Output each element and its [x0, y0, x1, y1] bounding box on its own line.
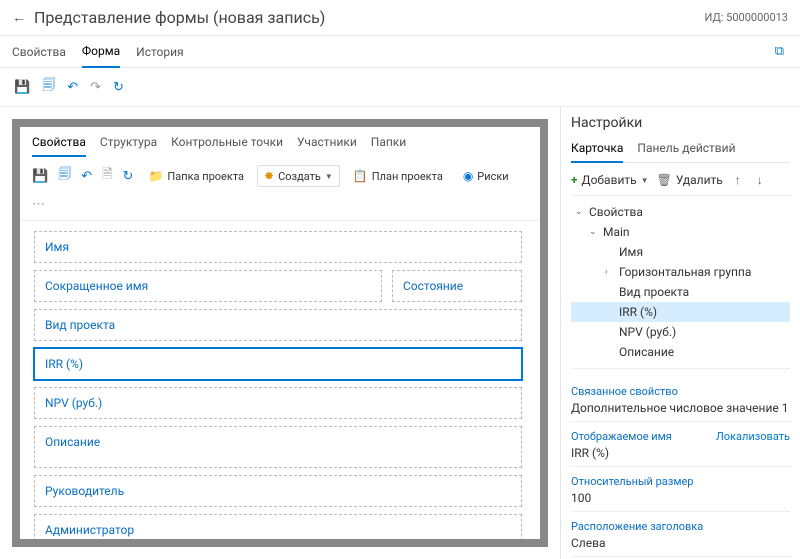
delete-label: Удалить — [676, 173, 723, 187]
title-position-value[interactable]: Слева — [571, 533, 790, 557]
delete-button[interactable]: 🗑 Удалить — [657, 173, 723, 187]
inner-save-as-icon[interactable]: 🗐 — [56, 163, 73, 189]
tree-root[interactable]: ⌄Свойства — [571, 202, 790, 222]
inner-undo-icon[interactable]: ↶ — [79, 167, 94, 186]
back-icon[interactable]: ← — [12, 9, 26, 26]
form-preview: Свойства Структура Контрольные точки Уча… — [0, 107, 560, 559]
field-project-type[interactable]: Вид проекта — [34, 309, 522, 341]
settings-title: Настройки — [571, 115, 790, 131]
redo-icon[interactable]: ↷ — [88, 78, 103, 97]
move-up-icon[interactable]: ↑ — [731, 173, 745, 187]
settings-tab-action-panel[interactable]: Панель действий — [637, 137, 735, 162]
plus-icon: + — [571, 173, 578, 187]
project-folder-label: Папка проекта — [167, 170, 244, 183]
inner-tab-folders[interactable]: Папки — [371, 135, 406, 157]
tab-history[interactable]: История — [136, 37, 183, 67]
create-icon: ✸ — [264, 169, 274, 183]
field-admin[interactable]: Администратор — [34, 514, 522, 546]
risk-icon: ◉ — [463, 169, 473, 183]
tree-description[interactable]: Описание — [571, 342, 790, 362]
tree-npv[interactable]: NPV (руб.) — [571, 322, 790, 342]
expand-icon: ⌄ — [575, 207, 585, 217]
more-icon[interactable]: ⋯ — [30, 195, 47, 214]
header: ← Представление формы (новая запись) ИД:… — [0, 0, 800, 36]
inner-refresh-icon[interactable]: ↻ — [121, 167, 136, 186]
field-irr[interactable]: IRR (%) — [34, 348, 522, 380]
trash-icon: 🗑 — [657, 173, 672, 187]
inner-save-icon[interactable]: 💾 — [30, 167, 50, 186]
folder-icon: 📁 — [148, 169, 163, 183]
inner-tab-properties[interactable]: Свойства — [32, 135, 86, 157]
chevron-down-icon: ▼ — [325, 172, 333, 181]
record-id: ИД: 5000000013 — [705, 11, 788, 24]
localize-link[interactable]: Локализовать — [716, 430, 790, 443]
field-description[interactable]: Описание — [34, 426, 522, 468]
settings-panel: Настройки Карточка Панель действий + Доб… — [560, 107, 800, 559]
field-npv[interactable]: NPV (руб.) — [34, 387, 522, 419]
linked-property-label: Связанное свойство — [571, 385, 790, 398]
inner-tab-checkpoints[interactable]: Контрольные точки — [171, 135, 283, 157]
inner-toolbar: 💾 🗐 ↶ 🗎 ↻ 📁 Папка проекта ✸ Создать ▼ 📋 … — [20, 157, 540, 221]
main-toolbar: 💾 🗐 ↶ ↷ ↻ — [0, 68, 800, 107]
display-name-value[interactable]: IRR (%) — [571, 443, 790, 467]
risks-label: Риски — [477, 170, 508, 183]
collapse-icon: › — [605, 267, 615, 277]
property-editor: Связанное свойство Дополнительное числов… — [571, 369, 790, 557]
settings-tabs: Карточка Панель действий — [571, 137, 790, 163]
expand-icon: ⌄ — [589, 227, 599, 237]
inner-tabs: Свойства Структура Контрольные точки Уча… — [20, 127, 540, 157]
inner-tab-participants[interactable]: Участники — [297, 135, 357, 157]
save-icon[interactable]: 💾 — [12, 78, 32, 97]
settings-toolbar: + Добавить ▼ 🗑 Удалить ↑ ↓ — [571, 169, 790, 196]
tab-properties[interactable]: Свойства — [12, 37, 66, 67]
preview-frame: Свойства Структура Контрольные точки Уча… — [12, 119, 548, 547]
add-label: Добавить — [582, 173, 637, 187]
field-manager[interactable]: Руководитель — [34, 475, 522, 507]
field-state[interactable]: Состояние — [392, 270, 522, 302]
display-name-label: Отображаемое имя Локализовать — [571, 430, 790, 443]
plan-icon: 📋 — [353, 169, 368, 183]
relative-size-label: Относительный размер — [571, 475, 790, 488]
field-name[interactable]: Имя — [34, 231, 522, 263]
undo-icon[interactable]: ↶ — [65, 78, 80, 97]
tree-project-type[interactable]: Вид проекта — [571, 282, 790, 302]
create-label: Создать — [278, 170, 321, 183]
save-as-icon[interactable]: 🗐 — [40, 74, 57, 100]
move-down-icon[interactable]: ↓ — [753, 173, 767, 187]
project-plan-button[interactable]: 📋 План проекта — [346, 165, 450, 187]
tree-main[interactable]: ⌄Main — [571, 222, 790, 242]
tab-form[interactable]: Форма — [82, 36, 120, 68]
linked-property-value[interactable]: Дополнительное числовое значение 1 — [571, 398, 790, 422]
title-position-label: Расположение заголовка — [571, 520, 790, 533]
main-area: Свойства Структура Контрольные точки Уча… — [0, 107, 800, 559]
inner-copy-icon[interactable]: 🗎 — [100, 163, 114, 189]
refresh-icon[interactable]: ↻ — [111, 78, 126, 97]
field-short-name[interactable]: Сокращенное имя — [34, 270, 382, 302]
settings-tab-card[interactable]: Карточка — [571, 137, 623, 163]
tree-hgroup[interactable]: ›Горизонтальная группа — [571, 262, 790, 282]
page-title: Представление формы (новая запись) — [34, 8, 325, 27]
risks-button[interactable]: ◉ Риски — [456, 165, 516, 187]
inner-tab-structure[interactable]: Структура — [100, 135, 157, 157]
project-folder-button[interactable]: 📁 Папка проекта — [141, 165, 251, 187]
popout-icon[interactable]: ⧉ — [771, 40, 788, 63]
form-fields: Имя Сокращенное имя Состояние Вид проект… — [20, 221, 540, 547]
tree-irr[interactable]: IRR (%) — [571, 302, 790, 322]
relative-size-value[interactable]: 100 — [571, 488, 790, 512]
add-button[interactable]: + Добавить ▼ — [571, 173, 649, 187]
tree-name[interactable]: Имя — [571, 242, 790, 262]
create-button[interactable]: ✸ Создать ▼ — [257, 165, 340, 187]
chevron-down-icon: ▼ — [641, 176, 649, 185]
project-plan-label: План проекта — [372, 170, 443, 183]
main-tabs: Свойства Форма История ⧉ — [0, 36, 800, 68]
structure-tree: ⌄Свойства ⌄Main Имя ›Горизонтальная груп… — [571, 196, 790, 369]
